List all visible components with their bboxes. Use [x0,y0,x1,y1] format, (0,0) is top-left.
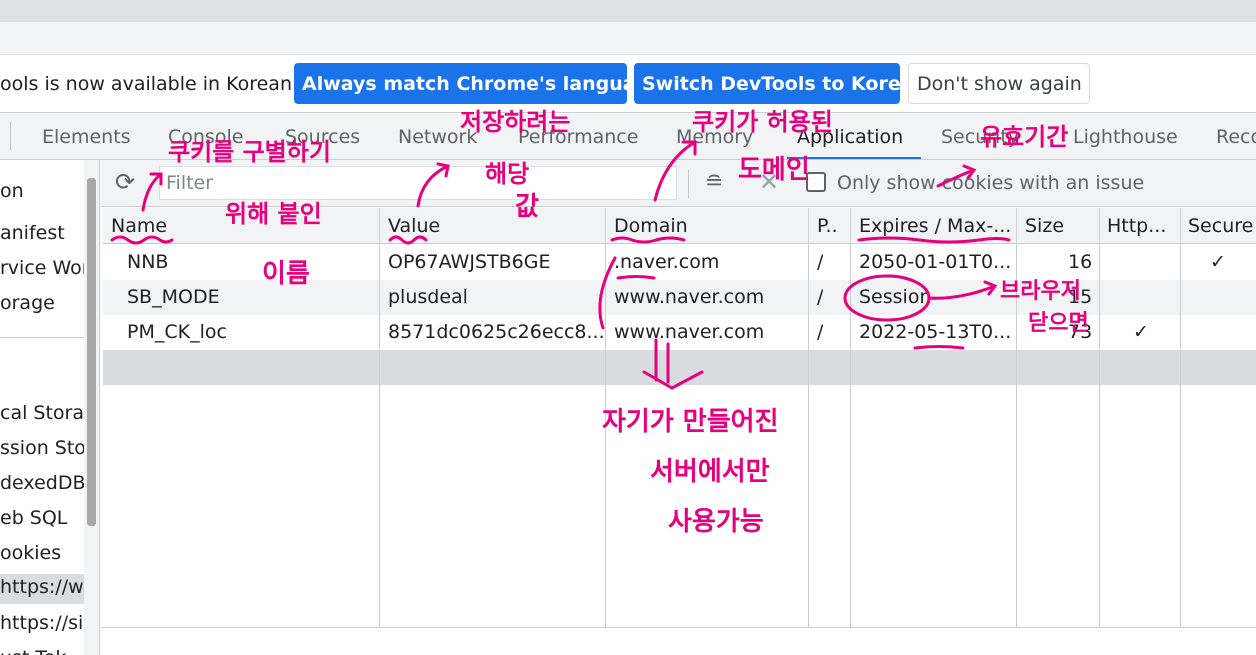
cell-expires: Session [859,286,1014,308]
delete-selected-icon[interactable]: ✕ [759,168,779,196]
sidebar-divider [0,337,84,338]
application-sidebar: on anifest rvice Wor orage cal Storag ss… [0,160,100,655]
col-header-expires[interactable]: Expires / Max-... [859,215,1014,237]
table-bottom-border [101,627,1256,628]
column-divider[interactable] [1180,208,1181,628]
cell-name: PM_CK_loc [127,321,227,343]
cell-domain: .naver.com [614,251,719,273]
col-header-path[interactable]: P.. [817,215,847,237]
cell-path: / [817,251,823,273]
tab-application[interactable]: Application [797,126,903,148]
sidebar-item-session-storage[interactable]: ssion Sto [0,435,84,465]
table-row[interactable]: SB_MODE plusdeal www.naver.com / Session… [103,280,1256,315]
sidebar-item-storage[interactable]: orage [0,290,84,320]
tab-security[interactable]: Security [941,126,1019,148]
dont-show-again-button[interactable]: Don't show again [908,63,1090,104]
toolbar-divider [688,170,689,198]
only-issue-checkbox[interactable] [806,172,826,192]
filter-box [159,166,677,200]
col-header-value[interactable]: Value [388,215,598,237]
tab-performance[interactable]: Performance [518,126,638,148]
empty-selected-row[interactable] [103,350,1256,385]
sidebar-item-local-storage[interactable]: cal Storag [0,400,84,430]
col-header-size[interactable]: Size [1025,215,1095,237]
only-issue-label: Only show cookies with an issue [837,172,1144,194]
cell-value: OP67AWJSTB6GE [388,251,603,273]
cell-expires: 2022-05-13T0... [859,321,1014,343]
tab-console[interactable]: Console [168,126,243,148]
column-divider[interactable] [1016,208,1017,628]
always-match-language-button[interactable]: Always match Chrome's language [294,63,627,104]
cookies-table: Name Value Domain P.. Expires / Max-... … [103,208,1256,628]
cell-path: / [817,321,823,343]
table-header: Name Value Domain P.. Expires / Max-... … [103,208,1256,244]
browser-tabstrip [0,0,1256,22]
column-divider[interactable] [808,208,809,628]
col-header-secure[interactable]: Secure [1188,215,1256,237]
tab-lighthouse[interactable]: Lighthouse [1073,126,1178,148]
sidebar-item-cookies[interactable]: ookies [0,540,84,570]
infobar-message: ools is now available in Korean! [0,73,300,95]
cell-size: 16 [1068,251,1092,273]
cell-value: plusdeal [388,286,603,308]
tab-recorder[interactable]: Reco [1216,126,1256,148]
sidebar-item-service-workers[interactable]: rvice Wor [0,255,84,285]
tab-network[interactable]: Network [398,126,477,148]
tabbar-divider [10,122,11,150]
col-header-name[interactable]: Name [111,215,371,237]
cell-domain: www.naver.com [614,321,764,343]
column-divider[interactable] [1099,208,1100,628]
sidebar-scrollbar-thumb[interactable] [87,178,96,526]
column-divider[interactable] [605,208,606,628]
language-infobar: ools is now available in Korean! Always … [0,55,1256,113]
devtools-tabbar: Elements Console Sources Network Perform… [0,114,1256,160]
cell-path: / [817,286,823,308]
sidebar-item-trust-tokens[interactable]: ust Tok [0,645,84,655]
tab-memory[interactable]: Memory [676,126,753,148]
cell-size: 15 [1068,286,1092,308]
col-header-domain[interactable]: Domain [614,215,804,237]
cell-secure: ✓ [1210,251,1226,273]
cell-httponly: ✓ [1133,321,1149,343]
table-row[interactable]: NNB OP67AWJSTB6GE .naver.com / 2050-01-0… [103,245,1256,280]
sidebar-item-application[interactable]: on [0,178,84,208]
sidebar-item-cookie-origin-1[interactable]: https://w [0,574,84,604]
table-row[interactable]: PM_CK_loc 8571dc0625c26ecc8... www.naver… [103,315,1256,350]
sidebar-item-indexeddb[interactable]: dexedDB [0,470,84,500]
cell-size: 73 [1068,321,1092,343]
refresh-icon[interactable]: ⟳ [115,168,135,196]
cell-value: 8571dc0625c26ecc8... [388,321,603,343]
tab-sources[interactable]: Sources [285,126,360,148]
column-divider[interactable] [379,208,380,628]
browser-toolbar [0,22,1256,55]
cell-name: NNB [127,251,168,273]
filter-input[interactable] [160,167,676,199]
cell-expires: 2050-01-01T0... [859,251,1014,273]
cell-domain: www.naver.com [614,286,764,308]
tab-elements[interactable]: Elements [42,126,131,148]
switch-devtools-korean-button[interactable]: Switch DevTools to Korean [634,63,900,104]
clear-all-cookies-icon[interactable]: ≘ [705,170,723,195]
sidebar-item-manifest[interactable]: anifest [0,220,84,250]
col-header-httponly[interactable]: Http... [1107,215,1177,237]
sidebar-item-web-sql[interactable]: eb SQL [0,505,84,535]
column-divider[interactable] [850,208,851,628]
cell-name: SB_MODE [127,286,220,308]
cookies-toolbar: ⟳ ≘ ✕ Only show cookies with an issue [101,160,1256,207]
sidebar-item-cookie-origin-2[interactable]: https://si [0,610,84,640]
